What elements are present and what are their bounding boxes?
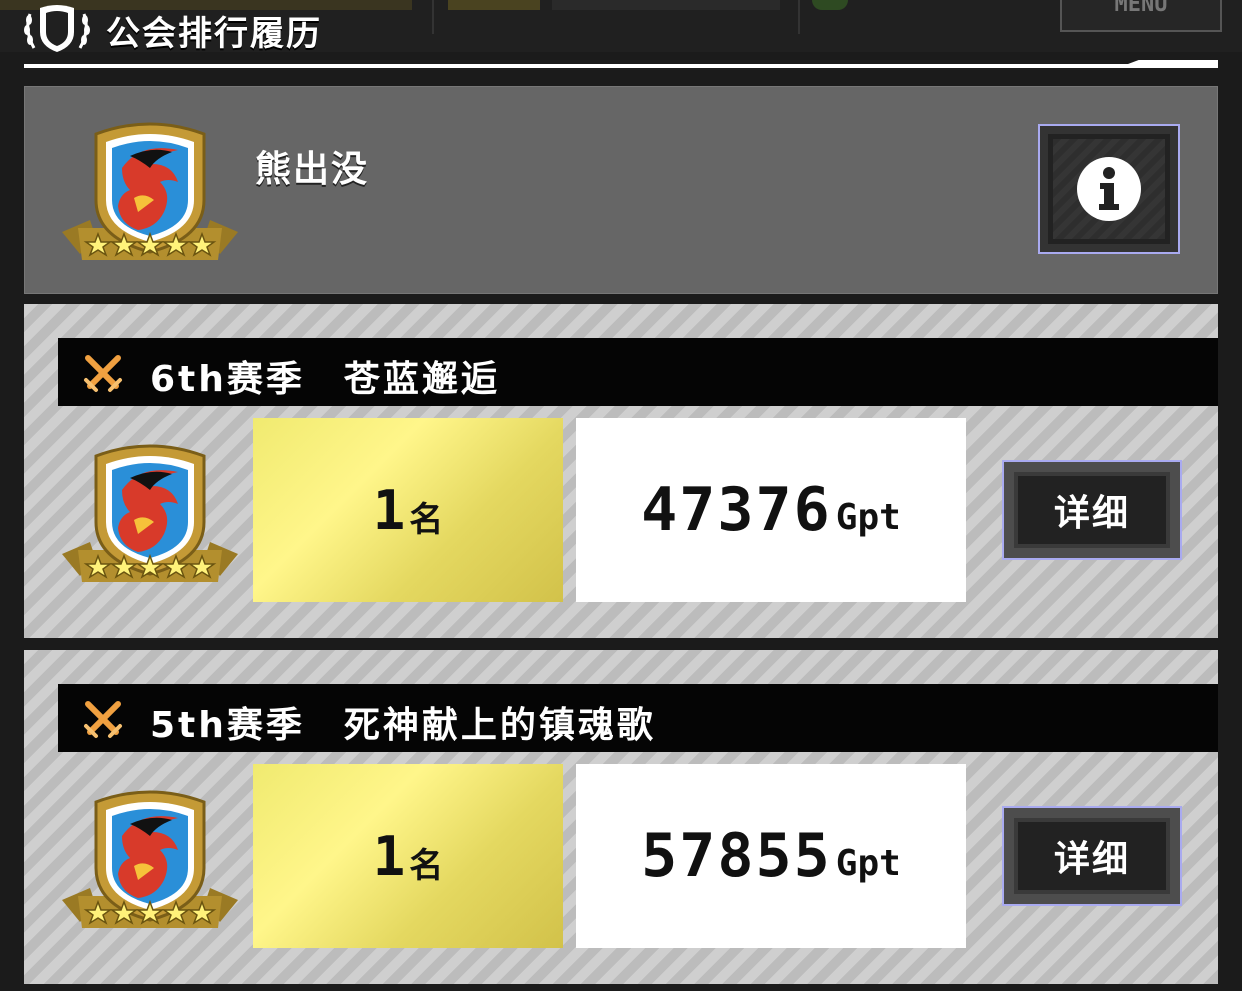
season-title-bar: 6th赛季 苍蓝邂逅 — [58, 338, 1218, 406]
rank-number: 1 — [372, 824, 406, 888]
score-unit: Gpt — [835, 842, 901, 884]
header-divider — [24, 60, 1218, 68]
crossed-swords-icon — [82, 352, 124, 394]
rank-number: 1 — [372, 478, 406, 542]
detail-button-label: 详细 — [1014, 472, 1170, 548]
season-title-bar: 5th赛季 死神献上的镇魂歌 — [58, 684, 1218, 752]
guild-info-button[interactable] — [1038, 124, 1180, 254]
background-green-icon — [812, 0, 848, 10]
season-title: 6th赛季 苍蓝邂逅 — [150, 359, 500, 400]
score-value: 57855 — [641, 821, 832, 891]
info-button-face — [1048, 134, 1170, 244]
menu-button[interactable]: MENU — [1060, 0, 1222, 32]
score-unit: Gpt — [835, 496, 901, 538]
detail-button[interactable]: 详细 — [1002, 460, 1182, 560]
crossed-swords-icon — [82, 698, 124, 740]
guild-emblem-icon — [60, 442, 240, 592]
season-title: 5th赛季 死神献上的镇魂歌 — [150, 705, 656, 746]
shield-laurel-icon — [24, 5, 90, 52]
detail-button-label: 详细 — [1014, 818, 1170, 894]
guild-emblem-icon — [60, 120, 240, 270]
season-card: 6th赛季 苍蓝邂逅 1 名 47376 Gpt 详细 — [24, 304, 1218, 638]
rank-unit: 名 — [409, 499, 444, 540]
background-rank-chip — [448, 0, 540, 10]
rank-unit: 名 — [409, 845, 444, 886]
guild-name: 熊出没 — [255, 149, 370, 190]
background-bar — [552, 0, 780, 10]
season-card: 5th赛季 死神献上的镇魂歌 1 名 57855 Gpt 详细 — [24, 650, 1218, 984]
rank-box: 1 名 — [253, 764, 563, 948]
score-box: 57855 Gpt — [576, 764, 966, 948]
info-icon — [1077, 157, 1141, 221]
guild-emblem-icon — [60, 788, 240, 938]
guild-info-panel: 熊出没 — [24, 86, 1218, 294]
background-separator — [798, 0, 800, 34]
score-value: 47376 — [641, 475, 832, 545]
detail-button[interactable]: 详细 — [1002, 806, 1182, 906]
background-separator — [432, 0, 434, 34]
rank-box: 1 名 — [253, 418, 563, 602]
page-title: 公会排行履历 — [106, 14, 322, 54]
header-bar: MENU 公会排行履历 — [0, 0, 1242, 54]
score-box: 47376 Gpt — [576, 418, 966, 602]
